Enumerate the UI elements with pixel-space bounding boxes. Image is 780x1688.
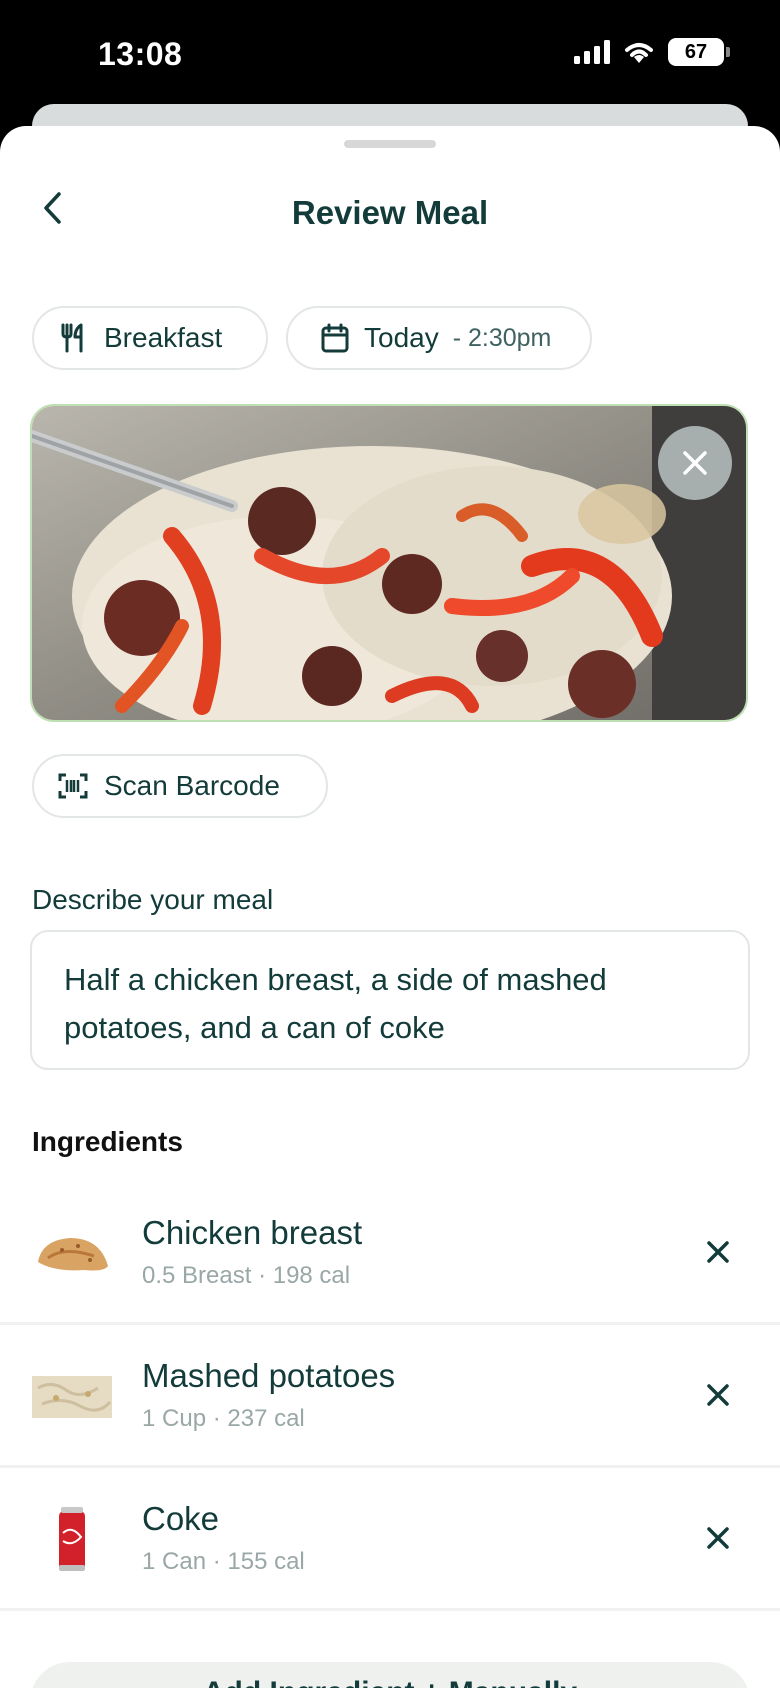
status-time: 13:08 bbox=[98, 36, 183, 72]
ingredient-list: Chicken breast 0.5 Breast · 198 cal Mash… bbox=[0, 1182, 780, 1611]
meal-photo-image bbox=[32, 406, 746, 720]
remove-ingredient-button[interactable] bbox=[698, 1518, 738, 1558]
date-time-chip[interactable]: Today - 2:30pm bbox=[286, 306, 592, 370]
describe-meal-input[interactable]: Half a chicken breast, a side of mashed … bbox=[30, 930, 750, 1070]
mashed-potatoes-image bbox=[30, 1355, 114, 1439]
ingredient-row[interactable]: Mashed potatoes 1 Cup · 237 cal bbox=[0, 1325, 780, 1468]
scan-barcode-label: Scan Barcode bbox=[104, 770, 280, 801]
sheet-grabber[interactable] bbox=[344, 140, 436, 148]
battery-indicator: 67 bbox=[668, 38, 730, 66]
ingredient-meta: 1 Can · 155 cal bbox=[142, 1548, 305, 1575]
ingredients-heading: Ingredients bbox=[32, 1126, 183, 1157]
meal-photo bbox=[30, 404, 748, 722]
remove-photo-button[interactable] bbox=[658, 426, 732, 500]
review-meal-sheet: Review Meal Breakfast Today - 2:30pm Sca… bbox=[0, 126, 780, 1688]
coke-can-image bbox=[30, 1498, 114, 1582]
time-label: - 2:30pm bbox=[452, 323, 552, 352]
wifi-icon bbox=[625, 43, 653, 63]
ingredient-name: Coke bbox=[142, 1500, 220, 1537]
close-icon bbox=[707, 1527, 729, 1549]
ingredient-name: Mashed potatoes bbox=[142, 1357, 396, 1394]
status-icons: 67 bbox=[574, 38, 730, 66]
status-bar: 13:08 67 bbox=[0, 0, 780, 110]
ingredient-meta: 1 Cup · 237 cal bbox=[142, 1405, 305, 1432]
page-title: Review Meal bbox=[291, 194, 489, 231]
meal-type-chip[interactable]: Breakfast bbox=[32, 306, 268, 370]
ingredient-name: Chicken breast bbox=[142, 1214, 363, 1251]
meal-type-label: Breakfast bbox=[104, 322, 223, 353]
remove-ingredient-button[interactable] bbox=[698, 1232, 738, 1272]
fork-knife-icon bbox=[58, 323, 88, 353]
calendar-icon bbox=[320, 323, 350, 353]
ingredient-meta: 0.5 Breast · 198 cal bbox=[142, 1262, 351, 1289]
barcode-icon bbox=[58, 771, 88, 801]
ingredient-row[interactable]: Coke 1 Can · 155 cal bbox=[0, 1468, 780, 1611]
describe-meal-label: Describe your meal bbox=[32, 884, 274, 915]
ingredient-row[interactable]: Chicken breast 0.5 Breast · 198 cal bbox=[0, 1182, 780, 1325]
chicken-breast-image bbox=[30, 1212, 114, 1296]
add-ingredient-button[interactable]: Add Ingredient + Manually bbox=[30, 1662, 750, 1688]
remove-ingredient-button[interactable] bbox=[698, 1375, 738, 1415]
close-icon bbox=[707, 1241, 729, 1263]
close-icon bbox=[707, 1384, 729, 1406]
date-label: Today bbox=[364, 322, 439, 353]
close-icon bbox=[683, 451, 707, 475]
scan-barcode-button[interactable]: Scan Barcode bbox=[32, 754, 328, 818]
signal-icon bbox=[574, 40, 610, 64]
